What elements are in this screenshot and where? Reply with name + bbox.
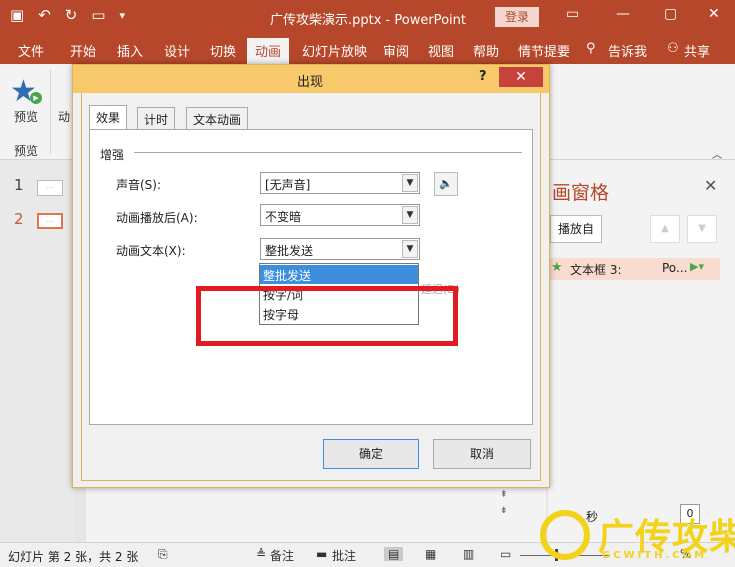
share-icon[interactable]: ⚇: [667, 41, 679, 56]
search-icon[interactable]: ⚲: [586, 41, 596, 56]
ribbon-tabs: 文件 开始 插入 设计 切换 动画 幻灯片放映 审阅 视图 帮助 情节提要 ⚲ …: [0, 36, 735, 64]
animation-item-effect: Po...: [662, 261, 688, 275]
scroll-up-icon[interactable]: ⇞: [500, 490, 508, 500]
appear-effect-dialog: 出现 ? ✕ 效果 计时 文本动画 增强 声音(S): [无声音] ▼ 🔈 动画…: [72, 64, 550, 488]
tab-insert[interactable]: 插入: [117, 41, 143, 60]
normal-view-icon[interactable]: ▤: [384, 547, 404, 561]
close-icon[interactable]: ✕: [708, 6, 720, 22]
sound-value: [无声音]: [265, 178, 311, 192]
watermark-subtext: GCWITH.COM: [602, 550, 708, 561]
sorter-view-icon[interactable]: ▦: [425, 547, 436, 561]
animate-text-label: 动画文本(X):: [116, 244, 186, 258]
thumbnail-number: 1: [14, 176, 24, 194]
document-title: 广传攻柴演示.pptx - PowerPoint: [270, 13, 466, 28]
dialog-title: 出现: [297, 75, 324, 90]
present-icon[interactable]: ▭: [91, 6, 105, 24]
more-icon[interactable]: ▾: [120, 9, 126, 22]
animation-item-name: 文本框 3:: [570, 263, 622, 277]
ribbon-display-icon[interactable]: ▭: [566, 6, 579, 22]
chevron-down-icon[interactable]: ▼: [402, 206, 418, 224]
highlight-annotation: [196, 286, 458, 346]
quick-access-toolbar: ▣ ↶ ↻ ▭ ▾: [10, 6, 125, 24]
tab-home[interactable]: 开始: [70, 41, 96, 60]
cancel-button[interactable]: 取消: [433, 439, 531, 469]
language-icon[interactable]: ⎘: [158, 547, 168, 562]
tab-storyboard[interactable]: 情节提要: [518, 41, 570, 60]
slide-thumbnail[interactable]: ···: [37, 180, 63, 196]
tab-animations[interactable]: 动画: [247, 38, 290, 64]
comments-button[interactable]: 批注: [332, 547, 356, 564]
star-icon: ★: [551, 260, 563, 275]
comments-icon: ▬: [316, 547, 328, 561]
slide-thumbnail-selected[interactable]: ···: [37, 213, 63, 229]
animation-list-item[interactable]: ★ 文本框 3: Po... ▶▾: [548, 258, 720, 280]
minimize-icon[interactable]: —: [616, 6, 630, 22]
scroll-down-icon[interactable]: ⇟: [500, 506, 508, 516]
help-icon[interactable]: ?: [479, 69, 487, 84]
animation-pane: 画窗格 ✕ 播放自 ▲ ▼ ★ 文本框 3: Po... ▶▾ 秒 0: [548, 160, 735, 542]
slide-count-text: 幻灯片 第 2 张，共 2 张: [8, 550, 139, 564]
watermark-circle: [540, 510, 590, 560]
move-down-icon[interactable]: ▼: [687, 215, 717, 243]
speaker-icon[interactable]: 🔈: [434, 172, 458, 196]
dropdown-icon[interactable]: ▶▾: [690, 260, 704, 273]
after-animation-select[interactable]: 不变暗 ▼: [260, 204, 420, 226]
animation-style-label[interactable]: 动: [58, 108, 70, 125]
sound-select[interactable]: [无声音] ▼: [260, 172, 420, 194]
chevron-down-icon[interactable]: ▼: [402, 174, 418, 192]
play-from-button[interactable]: 播放自: [550, 215, 602, 243]
animation-pane-title: 画窗格: [552, 182, 610, 204]
share-button[interactable]: 共享: [684, 41, 710, 60]
tab-review[interactable]: 审阅: [383, 41, 409, 60]
login-button[interactable]: 登录: [495, 7, 539, 27]
move-up-icon[interactable]: ▲: [650, 215, 680, 243]
ribbon-collapse-icon[interactable]: ︿: [712, 146, 722, 161]
tab-file[interactable]: 文件: [18, 41, 44, 60]
ribbon-separator: [50, 70, 51, 154]
tab-text-animation[interactable]: 文本动画: [186, 107, 249, 129]
animate-text-select[interactable]: 整批发送 ▼: [260, 238, 420, 260]
tab-transitions[interactable]: 切换: [210, 41, 236, 60]
sound-label: 声音(S):: [116, 178, 162, 192]
dialog-titlebar[interactable]: 出现 ? ✕: [73, 65, 549, 93]
maximize-icon[interactable]: ▢: [664, 6, 677, 22]
chevron-down-icon[interactable]: ▼: [402, 240, 418, 258]
after-animation-label: 动画播放后(A):: [116, 211, 198, 225]
redo-icon[interactable]: ↻: [65, 6, 78, 24]
dialog-close-button[interactable]: ✕: [499, 67, 543, 87]
notes-icon: ≜: [256, 547, 267, 561]
preview-button-label[interactable]: 预览: [14, 108, 38, 125]
notes-button[interactable]: 备注: [270, 547, 294, 564]
preview-group-label: 预览: [14, 144, 39, 158]
undo-icon[interactable]: ↶: [38, 6, 51, 24]
after-animation-value: 不变暗: [265, 210, 302, 224]
watermark-logo: 广传攻柴 GCWITH.COM: [536, 506, 735, 567]
slide-thumbnails: 1 ··· 2 ···: [0, 160, 74, 542]
slide-edit-area[interactable]: [86, 480, 546, 542]
slideshow-view-icon[interactable]: ▭: [500, 547, 511, 561]
save-icon[interactable]: ▣: [10, 6, 24, 24]
tab-design[interactable]: 设计: [164, 41, 190, 60]
thumbnail-number: 2: [14, 210, 24, 228]
tab-slideshow[interactable]: 幻灯片放映: [302, 41, 367, 60]
dropdown-option-all-at-once[interactable]: 整批发送: [260, 265, 418, 284]
animate-text-value: 整批发送: [265, 244, 314, 258]
title-bar: ▣ ↶ ↻ ▭ ▾ 广传攻柴演示.pptx - PowerPoint 登录 ▭ …: [0, 0, 735, 36]
tab-effect[interactable]: 效果: [89, 105, 128, 131]
tab-view[interactable]: 视图: [428, 41, 454, 60]
close-icon[interactable]: ✕: [704, 176, 717, 195]
reading-view-icon[interactable]: ▥: [463, 547, 474, 561]
section-divider: [134, 152, 522, 153]
ok-button[interactable]: 确定: [323, 439, 419, 469]
tab-help[interactable]: 帮助: [473, 41, 499, 60]
play-icon: ▶: [30, 92, 42, 104]
tab-timing[interactable]: 计时: [137, 107, 176, 129]
tell-me-search[interactable]: 告诉我: [608, 41, 647, 60]
section-label: 增强: [100, 148, 125, 162]
